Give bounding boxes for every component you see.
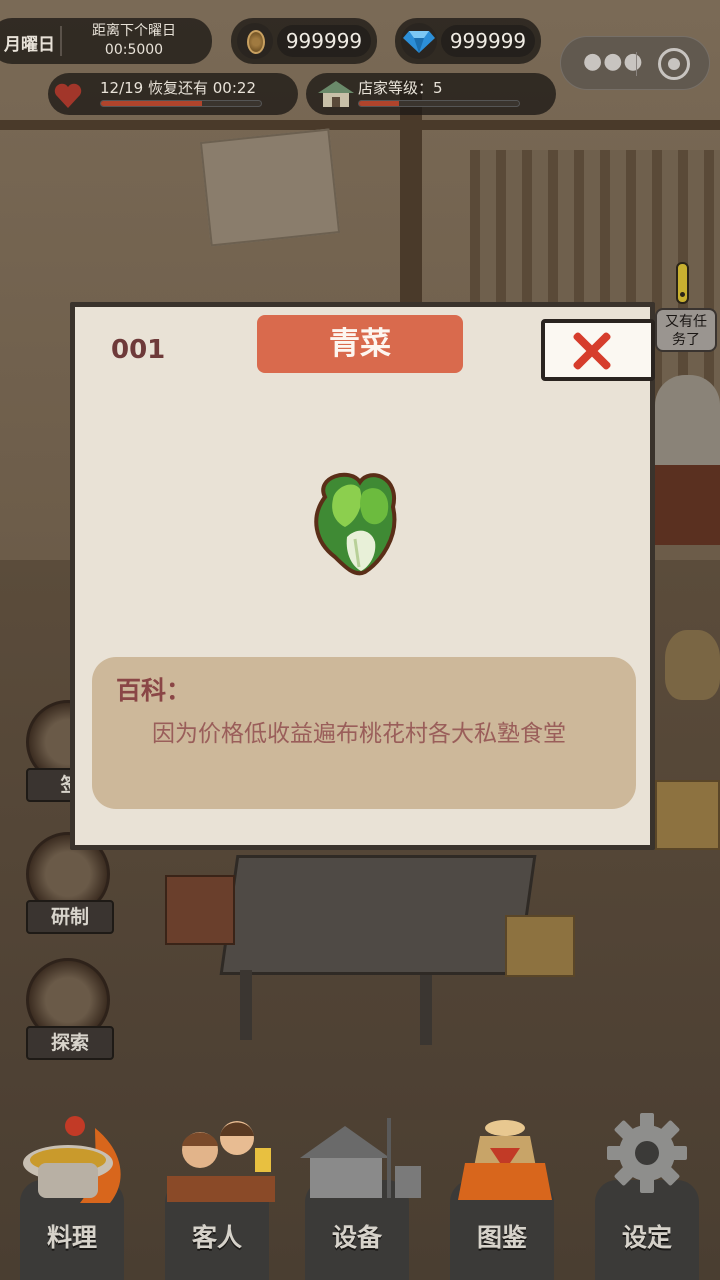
nav-encyclopedia[interactable]: 图鉴 (440, 1100, 570, 1280)
item-detail-modal: 001 青菜 百科： 因为价格低收益遍布桃花村各大私塾食堂 (70, 302, 655, 850)
encyclopedia-heading: 百科： (116, 676, 192, 705)
stamina-bar-fill (101, 101, 202, 106)
more-icon[interactable]: ●●● (583, 49, 644, 74)
shop-level-bar-fill (359, 101, 399, 106)
encyclopedia-bag-icon (458, 1120, 552, 1200)
cardboard-box (655, 780, 720, 850)
shop-level-panel: 店家等级：5 (306, 73, 556, 115)
item-name-badge: 青菜 (257, 315, 463, 373)
coin-value: 999999 (277, 25, 371, 57)
dining-table (219, 855, 537, 975)
nav-settings-label: 设定 (621, 1223, 672, 1252)
explore-label: 探索 (26, 1026, 114, 1060)
item-description: 因为价格低收益遍布桃花村各大私塾食堂 (152, 721, 566, 747)
research-label: 研制 (26, 900, 114, 934)
nav-equipment[interactable]: 设备 (295, 1100, 425, 1280)
cardboard-box (505, 915, 575, 977)
gem-counter[interactable]: 999999 (395, 18, 541, 64)
weekday-panel: 月曜日 距离下个曜日 00:5000 (0, 18, 212, 64)
table-leg (240, 970, 252, 1040)
nav-settings[interactable]: 设定 (585, 1100, 715, 1280)
coin-counter[interactable]: 999999 (231, 18, 377, 64)
cooking-pot-icon (23, 1116, 121, 1203)
bok-choy-icon (314, 472, 397, 576)
close-program-icon[interactable] (658, 48, 690, 80)
next-day-countdown: 距离下个曜日 00:5000 (64, 22, 204, 60)
bottom-nav: 料理 客人 设备 图鉴 设定 (0, 1100, 720, 1280)
shop-level-bar (358, 100, 520, 107)
shop-house-icon (318, 81, 354, 107)
nav-customers[interactable]: 客人 (155, 1100, 285, 1280)
wall-notice (199, 128, 341, 247)
close-button[interactable] (541, 319, 655, 381)
stamina-text: 12/19 恢复还有 00:22 (100, 79, 256, 97)
next-day-time: 00:5000 (104, 42, 164, 58)
gear-icon (607, 1113, 687, 1193)
explore-button[interactable]: 探索 (24, 958, 116, 1068)
coin-icon (237, 23, 273, 59)
kettle (665, 630, 720, 700)
next-day-label: 距离下个曜日 (92, 23, 176, 39)
nav-cooking-label: 料理 (46, 1223, 97, 1252)
nav-cooking[interactable]: 料理 (10, 1100, 140, 1280)
item-number: 001 (111, 335, 166, 365)
stamina-panel: 12/19 恢复还有 00:22 (48, 73, 298, 115)
gem-value: 999999 (441, 25, 535, 57)
exclamation-icon[interactable] (676, 262, 689, 304)
nav-customers-label: 客人 (191, 1223, 242, 1252)
customers-icon (167, 1121, 275, 1202)
stamina-bar (100, 100, 262, 107)
table-leg (420, 975, 432, 1045)
wooden-beam (0, 120, 720, 130)
shop-level-text: 店家等级：5 (358, 79, 443, 97)
divider (636, 52, 637, 76)
nav-equipment-label: 设备 (331, 1223, 382, 1252)
heart-icon (54, 83, 82, 108)
shelf (655, 465, 720, 545)
weekday-label: 月曜日 (4, 35, 55, 55)
quest-bubble[interactable]: 又有任务了 (655, 308, 717, 352)
divider (60, 26, 62, 56)
nav-encyclopedia-label: 图鉴 (476, 1223, 527, 1252)
crate (165, 875, 235, 945)
mini-program-capsule: ●●● (560, 36, 710, 90)
equipment-house-icon (300, 1118, 421, 1198)
encyclopedia-box: 百科： 因为价格低收益遍布桃花村各大私塾食堂 (92, 657, 636, 809)
close-x-icon (571, 329, 611, 371)
diamond-icon (401, 23, 437, 59)
